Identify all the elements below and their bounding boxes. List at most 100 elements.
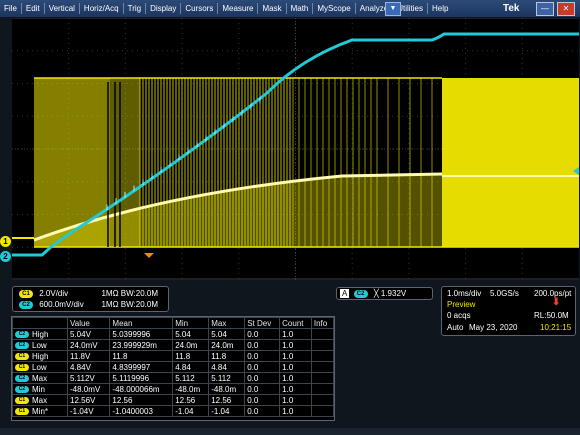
measurement-info (310, 350, 335, 362)
measurement-row[interactable]: C2 Low 24.0mV 23.999929m 24.0m 24.0m 0.0 1.0 (12, 339, 335, 351)
measurement-info (310, 361, 335, 373)
measurement-label: C2 Low (12, 339, 68, 351)
timebase: 1.0ms/div (447, 289, 482, 298)
measurement-label: C2 Max (12, 372, 68, 384)
acquisition-panel[interactable]: 1.0ms/div 5.0GS/s 200.0ps/pt Preview ⬇ 0… (441, 286, 576, 336)
ch2-settings[interactable]: C2 600.0mV/div 1MΩ BW:20.0M (19, 299, 158, 310)
record-length: RL:50.0M (534, 311, 569, 320)
measurement-count: 1.0 (279, 405, 312, 417)
measurement-value: 24.0mV (66, 339, 111, 351)
measurement-label: C2 Min (12, 383, 68, 395)
measurement-count: 1.0 (279, 339, 312, 351)
measurement-info (310, 405, 335, 417)
measurement-count: 1.0 (279, 361, 312, 373)
menu-cursors[interactable]: Cursors (181, 0, 217, 17)
measurement-stdev: 0.0 (244, 339, 281, 351)
channel-settings-panel[interactable]: C1 2.0V/div 1MΩ BW:20.0M C2 600.0mV/div … (12, 286, 169, 312)
measurement-results-table[interactable]: Value Mean Min Max St Dev Count Info C2 High 5.0… (11, 316, 335, 421)
menu-edit[interactable]: Edit (22, 0, 44, 17)
measurement-name: Low (32, 340, 47, 350)
measurement-mean: -48.000066m (109, 383, 174, 395)
measurement-min: 11.8 (172, 350, 210, 362)
ch1-scale: 2.0V/div (39, 289, 69, 298)
ch2-bw-value: W:20.0M (126, 300, 159, 309)
measurement-row[interactable]: C2 Min -48.0mV -48.000066m -48.0m -48.0m 0.0 1.… (12, 383, 335, 395)
date: May 23, 2020 (469, 323, 518, 332)
waveform-display[interactable] (12, 18, 579, 280)
measurement-name: Min* (32, 406, 49, 416)
brand-logo: Tek (503, 3, 520, 14)
measurement-count: 1.0 (279, 394, 312, 406)
column-header: Max (208, 317, 246, 329)
measurement-row[interactable]: C1 Min* -1.04V -1.0400003 -1.04 -1.04 0.0 1.0 (12, 405, 335, 417)
measurement-stdev: 0.0 (244, 328, 281, 340)
menu-help[interactable]: Help (428, 0, 452, 17)
menu-file[interactable]: File (0, 0, 21, 17)
measurement-mean: 4.8399997 (109, 361, 174, 373)
ch2-ground-marker[interactable]: 2 (0, 251, 11, 262)
measurement-max: 4.84 (208, 361, 246, 373)
menu-math[interactable]: Math (287, 0, 313, 17)
acquisition-mode: Preview (447, 300, 476, 309)
column-header: Mean (109, 317, 174, 329)
column-header: Value (66, 317, 111, 329)
trigger-arrow-icon: ⬇ (552, 297, 561, 308)
ch1-settings[interactable]: C1 2.0V/div 1MΩ BW:20.0M (19, 288, 158, 299)
ch1-ground-marker[interactable]: 1 (0, 236, 11, 247)
menu-trig[interactable]: Trig (124, 0, 145, 17)
measurement-name: Max (32, 373, 48, 383)
measurement-mean: 12.56 (109, 394, 174, 406)
trigger-mode: Auto (447, 323, 464, 332)
source-badge: C2 (15, 385, 29, 393)
trigger-readout[interactable]: A C2 ╳ 1.932V (336, 287, 433, 300)
measurement-row[interactable]: C1 Low 4.84V 4.8399997 4.84 4.84 0.0 1.0 (12, 361, 335, 373)
measurement-row[interactable]: C2 Max 5.112V 5.1119996 5.112 5.112 0.0 1.0 (12, 372, 335, 384)
measurement-info (310, 339, 335, 351)
ch2-badge: C2 (19, 300, 33, 309)
measurement-stdev: 0.0 (244, 383, 281, 395)
measurement-info (310, 328, 335, 340)
menu-myscope[interactable]: MyScope (313, 0, 354, 17)
measurement-value: 12.56V (66, 394, 111, 406)
measurement-label: C1 Min* (12, 405, 68, 417)
measurement-row[interactable]: C1 High 11.8V 11.8 11.8 11.8 0.0 1.0 (12, 350, 335, 362)
source-badge: C2 (15, 341, 29, 349)
measurement-min: -48.0m (172, 383, 210, 395)
close-button[interactable]: ✕ (557, 2, 575, 16)
column-header: Min (172, 317, 210, 329)
menu-measure[interactable]: Measure (218, 0, 257, 17)
measurement-stdev: 0.0 (244, 372, 281, 384)
measurement-value: 4.84V (66, 361, 111, 373)
measurement-max: 5.04 (208, 328, 246, 340)
measurement-stdev: 0.0 (244, 405, 281, 417)
measurement-value: 5.04V (66, 328, 111, 340)
ch2-scale: 600.0mV/div (39, 300, 84, 309)
measurement-mean: 11.8 (109, 350, 174, 362)
measurement-mean: 5.1119996 (109, 372, 174, 384)
measurement-count: 1.0 (279, 372, 312, 384)
trigger-position-marker (144, 253, 154, 258)
measurement-min: 12.56 (172, 394, 210, 406)
measurement-row[interactable]: C1 Max 12.56V 12.56 12.56 12.56 0.0 1.0 (12, 394, 335, 406)
source-badge: C1 (15, 407, 29, 415)
menu-display[interactable]: Display (146, 0, 180, 17)
measurement-max: 24.0m (208, 339, 246, 351)
time: 10:21:15 (540, 323, 572, 332)
trigger-source: A (340, 289, 350, 298)
measurement-value: 5.112V (66, 372, 111, 384)
measurement-info (310, 383, 335, 395)
measurement-value: -1.04V (66, 405, 111, 417)
measurement-value: -48.0mV (66, 383, 111, 395)
dropdown-button[interactable]: ▼ (385, 2, 401, 16)
measurement-max: -48.0m (208, 383, 246, 395)
measurement-row[interactable]: C2 High 5.04V 5.0399996 5.04 5.04 0.0 1.0 (12, 328, 335, 340)
measurement-name: High (32, 351, 49, 361)
column-header (12, 317, 68, 329)
minimize-button[interactable]: — (536, 2, 554, 16)
menu-horiz-acq[interactable]: Horiz/Acq (80, 0, 123, 17)
trigger-slope-icon: ╳ (373, 289, 379, 298)
measurement-min: 5.112 (172, 372, 210, 384)
menu-vertical[interactable]: Vertical (45, 0, 79, 17)
measurement-name: High (32, 329, 49, 339)
menu-mask[interactable]: Mask (258, 0, 285, 17)
